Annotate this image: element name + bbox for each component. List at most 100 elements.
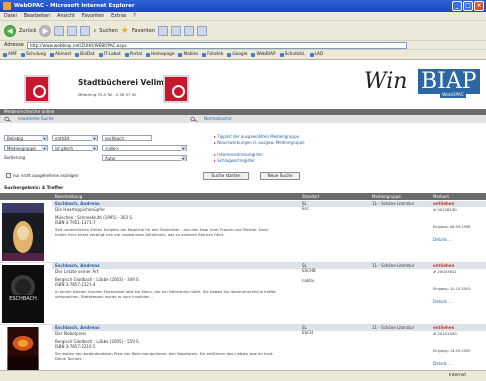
link-fototek[interactable]: Fototek	[202, 52, 223, 57]
menu-favoriten[interactable]: Favoriten	[82, 14, 104, 19]
close-button[interactable]: ×	[474, 1, 484, 11]
link-page-icon	[124, 52, 129, 57]
link-amf[interactable]: AMF	[3, 52, 17, 57]
result-row: Eschbach, Andreas Der Nobelpreis Bergisc…	[0, 325, 486, 370]
link-page-icon	[21, 52, 26, 57]
winbiap-logo: Win BIAP WebOPAC	[360, 67, 480, 98]
keyword-register-link[interactable]: Schlagwortregister	[214, 158, 255, 163]
link-abinost[interactable]: Abinost	[50, 52, 71, 57]
stop-icon[interactable]	[54, 25, 65, 36]
book-cover-image[interactable]: ESCHBACH	[2, 265, 44, 323]
col-medium[interactable]: Medium	[433, 193, 449, 200]
result-signature: # 00128130	[433, 207, 457, 212]
forward-arrow-icon[interactable]: ▶	[39, 24, 52, 37]
book-cover-image[interactable]	[2, 327, 44, 370]
result-description: In einem kleinen irischen Fischerdorf le…	[55, 289, 276, 299]
maximize-button[interactable]: □	[463, 1, 473, 11]
result-signature: # 20101530	[433, 331, 457, 336]
field2-select[interactable]: Mediengruppe	[4, 145, 48, 151]
result-received: Eingang: 14.09.2005	[433, 349, 471, 353]
only-available-checkbox[interactable]	[6, 173, 11, 178]
col-description[interactable]: Beschreibung	[55, 193, 82, 200]
library-address: Mittelring 33 A Tel.: 0 56 07 90	[78, 92, 137, 97]
details-link[interactable]: Details ...	[433, 237, 452, 242]
link-page-icon	[227, 52, 232, 57]
interest-register-link[interactable]: Interessenkreisregister	[214, 152, 263, 157]
link-page-icon	[202, 52, 207, 57]
book-cover-image[interactable]	[2, 203, 44, 261]
back-label[interactable]: Zurück	[19, 28, 36, 34]
result-title[interactable]: Der Nobelpreis	[55, 331, 86, 336]
field1-value-input[interactable]: eschbach	[102, 135, 152, 141]
result-title[interactable]: Die Haarteppichknüpfer	[55, 207, 105, 212]
link-mabiss[interactable]: Mabiss	[178, 52, 198, 57]
link-webbiap[interactable]: WebBIAP	[251, 52, 276, 57]
result-location: SL ESCHB naktiv	[302, 263, 316, 283]
field2-operator[interactable]: ist gleich	[52, 145, 98, 151]
print-icon[interactable]	[184, 25, 195, 36]
status-bar: Internet	[0, 370, 486, 381]
favorites-label[interactable]: Favoriten	[132, 28, 155, 34]
tipplist-link[interactable]: Tipplist der ausgewählten Mediengruppe	[214, 134, 299, 139]
menu-bearbeiten[interactable]: Bearbeiten	[24, 14, 50, 19]
menu-datei[interactable]: Datei	[4, 14, 17, 19]
only-available-label: nur nicht ausgeliehene anzeigen	[13, 173, 79, 178]
window-controls: _ □ ×	[452, 1, 484, 11]
new-search-button[interactable]: Neue Suche	[260, 172, 300, 180]
link-page-icon	[309, 52, 314, 57]
link-page-icon	[50, 52, 55, 57]
home-icon[interactable]	[80, 25, 91, 36]
details-link[interactable]: Details ...	[433, 299, 452, 304]
magnifier-icon	[190, 116, 198, 122]
back-arrow-icon[interactable]: ◀	[4, 24, 16, 37]
normal-search-link[interactable]: Normalsuche	[204, 115, 232, 123]
link-lad[interactable]: LAD	[309, 52, 323, 57]
link-homepage[interactable]: Homepage	[146, 52, 174, 57]
search-icon[interactable]: ⌕	[93, 28, 96, 34]
search-form: Beliebig enthält eschbach Mediengruppe i…	[0, 131, 486, 191]
link-google[interactable]: Google	[227, 52, 247, 57]
result-signature: # 20047611	[433, 269, 457, 274]
link-page-icon	[75, 52, 80, 57]
link-page-icon	[98, 52, 103, 57]
row-header-bar	[52, 201, 486, 207]
result-received: Eingang: 10.10.2003	[433, 287, 471, 291]
search-label[interactable]: Suchen	[99, 28, 118, 34]
new-acquisitions-link[interactable]: Neuerwerbungen d. ausgew. Mediengruppe	[214, 140, 304, 145]
address-input[interactable]: http://www.webbiap.net/ZUHR/WEBOPAC.aspx	[26, 41, 407, 49]
result-title[interactable]: Der Letzte seiner Art	[55, 269, 99, 274]
link-it-labot[interactable]: IT-Labot	[98, 52, 121, 57]
refresh-icon[interactable]	[67, 25, 78, 36]
start-search-button[interactable]: Suche starten	[203, 172, 249, 180]
menu-extras[interactable]: Extras	[111, 14, 126, 19]
edit-icon[interactable]	[197, 25, 208, 36]
field2-value-select[interactable]: <alle>	[102, 145, 187, 151]
result-group: 11 - Schöne Literatur	[372, 201, 415, 206]
row-header-bar	[52, 263, 486, 269]
field1-select[interactable]: Beliebig	[4, 135, 48, 141]
link-biadat[interactable]: BiaDat	[75, 52, 95, 57]
link-page-icon	[251, 52, 256, 57]
favorites-icon[interactable]: ★	[121, 26, 129, 36]
history-icon[interactable]	[158, 25, 169, 36]
col-location[interactable]: Standort	[302, 193, 319, 200]
sort-select[interactable]: Autor	[102, 155, 187, 161]
extended-search-link[interactable]: erweiterte Suche	[18, 115, 54, 123]
link-portal[interactable]: Portal	[124, 52, 142, 57]
link-schulbibl[interactable]: Schulbibl.	[279, 52, 306, 57]
mail-icon[interactable]	[171, 25, 182, 36]
menu-help[interactable]: ?	[133, 14, 136, 19]
browser-toolbar: ◀ Zurück ▶ ⌕ Suchen ★ Favoriten	[0, 21, 486, 41]
library-header: Stadtbücherei Vellmar Mittelring 33 A Te…	[0, 61, 486, 109]
result-group: 11 - Schöne Literatur	[372, 263, 415, 268]
col-group[interactable]: Mediengruppe	[372, 193, 401, 200]
result-isbn: ISBN 3-7857-2210-5	[55, 344, 96, 349]
minimize-button[interactable]: _	[452, 1, 462, 11]
details-link[interactable]: Details ...	[433, 361, 452, 366]
search-mode-bar: erweiterte Suche Normalsuche	[0, 115, 486, 123]
field1-operator[interactable]: enthält	[52, 135, 98, 141]
link-schulung[interactable]: Schulung	[21, 52, 46, 57]
menu-ansicht[interactable]: Ansicht	[57, 14, 75, 19]
result-description: Seit undenklichen Zeiten knüpfen die Tep…	[55, 227, 269, 237]
window-titlebar: WebOPAC - Microsoft Internet Explorer _ …	[0, 0, 486, 12]
